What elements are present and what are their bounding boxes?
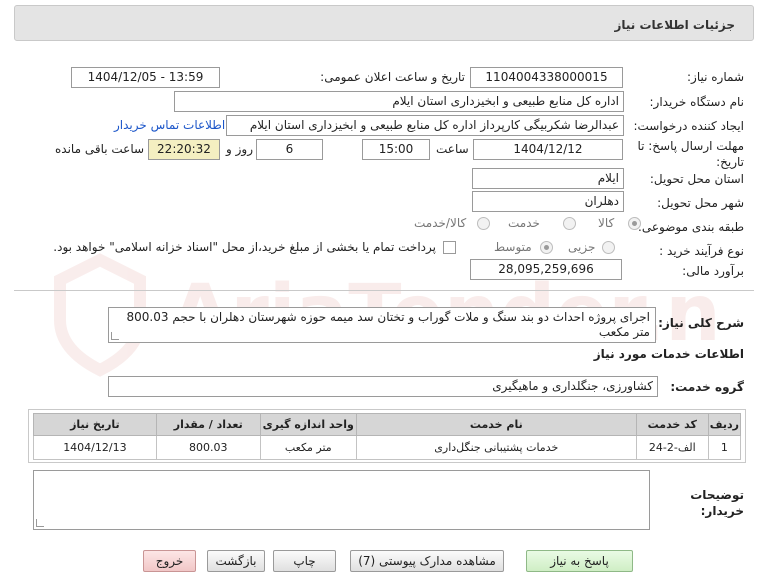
- services-section-title: اطلاعات خدمات مورد نیاز: [593, 347, 744, 361]
- table-row: 1 الف-2-24 خدمات پشتیبانی جنگل‌داری متر …: [33, 435, 742, 460]
- buyer-org-field: اداره کل منابع طبیعی و ابخیزداری استان ا…: [174, 91, 624, 112]
- category-radio-goods[interactable]: [628, 217, 641, 230]
- cell-need-date: 1404/12/13: [33, 435, 157, 460]
- buyer-notes-textarea[interactable]: [33, 470, 650, 530]
- need-number-label: شماره نیاز:: [687, 70, 744, 84]
- description-label: شرح کلی نیاز:: [658, 316, 744, 330]
- cell-unit: متر مکعب: [259, 435, 357, 460]
- process-radio-small[interactable]: [602, 241, 615, 254]
- print-button[interactable]: چاپ: [273, 550, 336, 572]
- attachments-button[interactable]: مشاهده مدارک پیوستی (7): [350, 550, 504, 572]
- col-header-need-date: تاریخ نیاز: [33, 413, 157, 436]
- buyer-org-label: نام دستگاه خریدار:: [649, 95, 745, 109]
- city-field: دهلران: [472, 191, 624, 212]
- remaining-time-field: 22:20:32: [148, 139, 220, 160]
- category-label: طبقه بندی موضوعی:: [637, 220, 744, 234]
- process-option-medium: متوسط: [494, 240, 532, 254]
- process-radio-medium[interactable]: [540, 241, 553, 254]
- process-label: نوع فرآیند خرید :: [659, 244, 744, 258]
- estimate-label: برآورد مالی:: [682, 264, 744, 278]
- cell-quantity: 800.03: [155, 435, 261, 460]
- divider: [14, 290, 754, 291]
- description-textarea[interactable]: اجرای پروژه احداث دو بند سنگ و ملات گورا…: [108, 307, 656, 343]
- creator-label: ایجاد کننده درخواست:: [633, 119, 744, 133]
- exit-button[interactable]: خروج: [143, 550, 196, 572]
- col-header-service-name: نام خدمت: [355, 413, 637, 436]
- page-title: جزئیات اطلاعات نیاز: [614, 18, 735, 32]
- service-group-label: گروه خدمت:: [670, 380, 744, 394]
- col-header-service-code: کد خدمت: [635, 413, 709, 436]
- announce-label: تاریخ و ساعت اعلان عمومی:: [320, 70, 465, 84]
- treasury-payment-checkbox[interactable]: [443, 241, 456, 254]
- days-field: 6: [256, 139, 323, 160]
- col-header-quantity: تعداد / مقدار: [155, 413, 261, 436]
- cell-service-name: خدمات پشتیبانی جنگل‌داری: [355, 435, 637, 460]
- city-label: شهر محل تحویل:: [657, 196, 744, 210]
- resize-grip-icon[interactable]: [36, 519, 44, 527]
- buyer-notes-label: توضیحات خریدار:: [690, 488, 744, 518]
- back-button[interactable]: بازگشت: [207, 550, 265, 572]
- days-label: روز و: [226, 142, 253, 156]
- deadline-date-field: 1404/12/12: [473, 139, 623, 160]
- creator-field: عبدالرضا شکربیگی کارپرداز اداره کل منابع…: [226, 115, 624, 136]
- service-group-field: کشاورزی، جنگلداری و ماهیگیری: [108, 376, 658, 397]
- category-radio-both[interactable]: [477, 217, 490, 230]
- announce-field: 1404/12/05 - 13:59: [71, 67, 220, 88]
- category-radio-service[interactable]: [563, 217, 576, 230]
- col-header-row-number: ردیف: [707, 413, 742, 436]
- reply-button[interactable]: پاسخ به نیاز: [526, 550, 633, 572]
- payment-note: پرداخت تمام یا بخشی از مبلغ خرید،از محل …: [53, 240, 436, 254]
- buyer-contact-link[interactable]: اطلاعات تماس خریدار: [114, 118, 225, 132]
- remaining-label: ساعت باقی مانده: [55, 142, 145, 156]
- deadline-label: مهلت ارسال پاسخ: تا تاریخ:: [637, 139, 744, 169]
- process-option-small: جزیی: [568, 240, 596, 254]
- need-number-field: 1104004338000015: [470, 67, 623, 88]
- resize-grip-icon[interactable]: [111, 332, 119, 340]
- col-header-unit: واحد اندازه گیری: [259, 413, 357, 436]
- cell-service-code: الف-2-24: [635, 435, 709, 460]
- province-label: استان محل تحویل:: [649, 172, 744, 186]
- header-panel: جزئیات اطلاعات نیاز: [14, 5, 754, 41]
- table-header-row: ردیف کد خدمت نام خدمت واحد اندازه گیری ت…: [33, 413, 742, 436]
- estimate-field: 28,095,259,696: [470, 259, 622, 280]
- description-text: اجرای پروژه احداث دو بند سنگ و ملات گورا…: [126, 310, 650, 339]
- deadline-time-field: 15:00: [362, 139, 430, 160]
- services-table: ردیف کد خدمت نام خدمت واحد اندازه گیری ت…: [33, 413, 742, 460]
- category-option-service: خدمت: [508, 216, 540, 230]
- category-option-goods: کالا: [598, 216, 615, 230]
- cell-row-number: 1: [707, 435, 742, 460]
- hour-label: ساعت: [436, 142, 469, 156]
- province-field: ایلام: [472, 168, 624, 189]
- category-option-both: کالا/خدمت: [414, 216, 467, 230]
